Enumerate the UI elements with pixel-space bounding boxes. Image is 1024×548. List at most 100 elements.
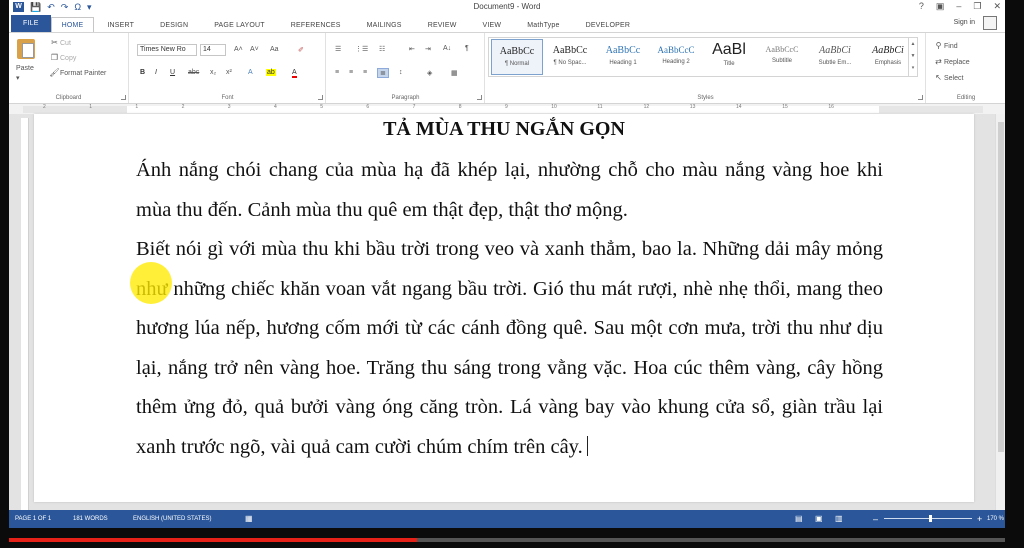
highlight-button[interactable]: ab: [266, 69, 276, 76]
document-heading[interactable]: TẢ MÙA THU NGẮN GỌN: [34, 118, 974, 141]
font-group: Times New Ro 14 A˄ A˅ Aa ✐ B I U abc x₂ …: [130, 33, 326, 103]
tab-mathtype[interactable]: MathType: [514, 22, 572, 32]
change-case-button[interactable]: Aa: [270, 46, 279, 53]
style-subtle-emphasis[interactable]: AaBbCi Subtle Em...: [809, 39, 861, 75]
paragraph-launcher-icon[interactable]: [477, 95, 482, 100]
zoom-level[interactable]: 170 %: [987, 516, 1004, 522]
numbering-button[interactable]: ⋮☰: [355, 45, 368, 53]
style-heading-2[interactable]: AaBbCcC Heading 2: [650, 39, 702, 75]
bold-button[interactable]: B: [140, 69, 145, 76]
tab-review[interactable]: REVIEW: [415, 22, 470, 32]
page-count[interactable]: PAGE 1 OF 1: [15, 516, 51, 522]
select-button[interactable]: ↖ Select: [933, 73, 963, 82]
tab-home[interactable]: HOME: [50, 17, 95, 33]
find-button[interactable]: ⚲ Find: [933, 41, 958, 50]
replace-button[interactable]: ⇄ Replace: [933, 57, 970, 66]
word-count[interactable]: 181 WORDS: [73, 516, 108, 522]
style-heading-1[interactable]: AaBbCc Heading 1: [597, 39, 649, 75]
style-emphasis[interactable]: AaBbCi Emphasis: [862, 39, 914, 75]
tab-page-layout[interactable]: PAGE LAYOUT: [201, 22, 278, 32]
copy-button[interactable]: ❐ Copy: [49, 53, 76, 62]
ribbon-display-icon[interactable]: ▣: [936, 1, 945, 12]
format-painter-button[interactable]: 🖌Format Painter: [49, 68, 106, 77]
cut-button[interactable]: ✂ Cut: [49, 38, 71, 47]
sign-in-link[interactable]: Sign in: [954, 19, 975, 26]
tab-view[interactable]: VIEW: [470, 22, 515, 32]
vertical-ruler[interactable]: [21, 118, 29, 510]
help-icon[interactable]: ?: [919, 1, 924, 12]
account-avatar[interactable]: [983, 16, 997, 30]
tab-developer[interactable]: DEVELOPER: [573, 22, 644, 32]
styles-launcher-icon[interactable]: [918, 95, 923, 100]
scroll-thumb[interactable]: [998, 122, 1004, 452]
italic-button[interactable]: I: [155, 69, 157, 76]
tab-references[interactable]: REFERENCES: [278, 22, 354, 32]
grow-font-button[interactable]: A˄: [234, 46, 243, 53]
increase-indent-button[interactable]: ⇥: [425, 45, 431, 53]
font-name-box[interactable]: Times New Ro: [137, 44, 197, 56]
superscript-button[interactable]: x²: [226, 69, 232, 76]
status-bar: PAGE 1 OF 1 181 WORDS ENGLISH (UNITED ST…: [9, 510, 1005, 528]
justify-button[interactable]: ≣: [377, 68, 389, 78]
borders-button[interactable]: ▦: [451, 69, 458, 77]
chevron-up-icon[interactable]: ▲: [909, 38, 917, 50]
align-right-button[interactable]: ≡: [363, 69, 367, 76]
font-launcher-icon[interactable]: [318, 95, 323, 100]
clipboard-launcher-icon[interactable]: [121, 95, 126, 100]
zoom-in-button[interactable]: +: [977, 514, 982, 524]
read-mode-icon[interactable]: ▤: [795, 514, 803, 523]
zoom-slider-thumb[interactable]: [929, 515, 932, 522]
styles-scroll[interactable]: ▲ ▼ ▾: [908, 38, 917, 76]
decrease-indent-button[interactable]: ⇤: [409, 45, 415, 53]
font-color-button[interactable]: A: [292, 69, 297, 78]
style-no-spacing[interactable]: AaBbCc ¶ No Spac...: [544, 39, 596, 75]
minimize-icon[interactable]: –: [956, 1, 961, 12]
close-icon[interactable]: ✕: [993, 1, 1001, 12]
strikethrough-button[interactable]: abc: [188, 69, 199, 76]
video-progress-played: [9, 538, 418, 542]
show-formatting-button[interactable]: ¶: [465, 45, 469, 52]
vertical-scrollbar[interactable]: [995, 114, 1005, 510]
style-title[interactable]: AaBl Title: [703, 39, 755, 75]
more-styles-icon[interactable]: ▾: [909, 62, 917, 74]
horizontal-ruler[interactable]: 2 1 1 2 3 4 5 6 7 8 9 10 11 12 13 14 15 16: [9, 104, 1005, 114]
tab-mailings[interactable]: MAILINGS: [354, 22, 415, 32]
tab-design[interactable]: DESIGN: [147, 22, 201, 32]
underline-button[interactable]: U: [170, 69, 175, 76]
style-normal[interactable]: AaBbCc ¶ Normal: [491, 39, 543, 75]
paragraph-2[interactable]: Biết nói gì với mùa thu khi bầu trời tro…: [136, 230, 883, 467]
shrink-font-button[interactable]: A˅: [250, 46, 259, 53]
zoom-slider[interactable]: [884, 515, 972, 522]
web-layout-icon[interactable]: ▥: [835, 514, 843, 523]
print-layout-icon[interactable]: ▣: [815, 514, 823, 523]
brush-icon: 🖌: [49, 68, 60, 77]
paragraph-1[interactable]: Ánh nắng chói chang của mùa hạ đã khép l…: [136, 151, 883, 230]
center-button[interactable]: ≡: [349, 69, 353, 76]
paste-button[interactable]: Paste: [16, 65, 34, 72]
shading-button[interactable]: ◈: [427, 69, 432, 77]
sort-button[interactable]: A↓: [443, 45, 451, 52]
zoom-out-button[interactable]: –: [873, 514, 878, 524]
line-spacing-button[interactable]: ↕: [399, 69, 403, 76]
video-progress-bar[interactable]: [9, 538, 1005, 542]
font-size-box[interactable]: 14: [200, 44, 226, 56]
document-body[interactable]: Ánh nắng chói chang của mùa hạ đã khép l…: [136, 151, 883, 467]
bullets-button[interactable]: ☰: [335, 45, 341, 53]
multilevel-list-button[interactable]: ☷: [379, 45, 385, 53]
chevron-down-icon[interactable]: ▼: [909, 50, 917, 62]
align-left-button[interactable]: ≡: [335, 69, 339, 76]
tab-file[interactable]: FILE: [11, 15, 51, 32]
macro-icon[interactable]: ▦: [245, 514, 253, 523]
document-page[interactable]: TẢ MÙA THU NGẮN GỌN Ánh nắng chói chang …: [34, 114, 974, 502]
paste-icon[interactable]: [17, 39, 35, 59]
tab-insert[interactable]: INSERT: [94, 22, 147, 32]
clear-formatting-button[interactable]: ✐: [298, 46, 304, 54]
paste-dropdown-icon[interactable]: ▾: [16, 74, 20, 82]
language[interactable]: ENGLISH (UNITED STATES): [133, 516, 211, 522]
ruler-tick-label: 16: [828, 104, 834, 110]
text-effects-button[interactable]: A: [248, 69, 253, 76]
paragraph-2-text: Biết nói gì với mùa thu khi bầu trời tro…: [136, 238, 883, 458]
style-subtitle[interactable]: AaBbCcC Subtitle: [756, 39, 808, 75]
subscript-button[interactable]: x₂: [210, 69, 216, 76]
restore-icon[interactable]: ❐: [973, 1, 981, 12]
